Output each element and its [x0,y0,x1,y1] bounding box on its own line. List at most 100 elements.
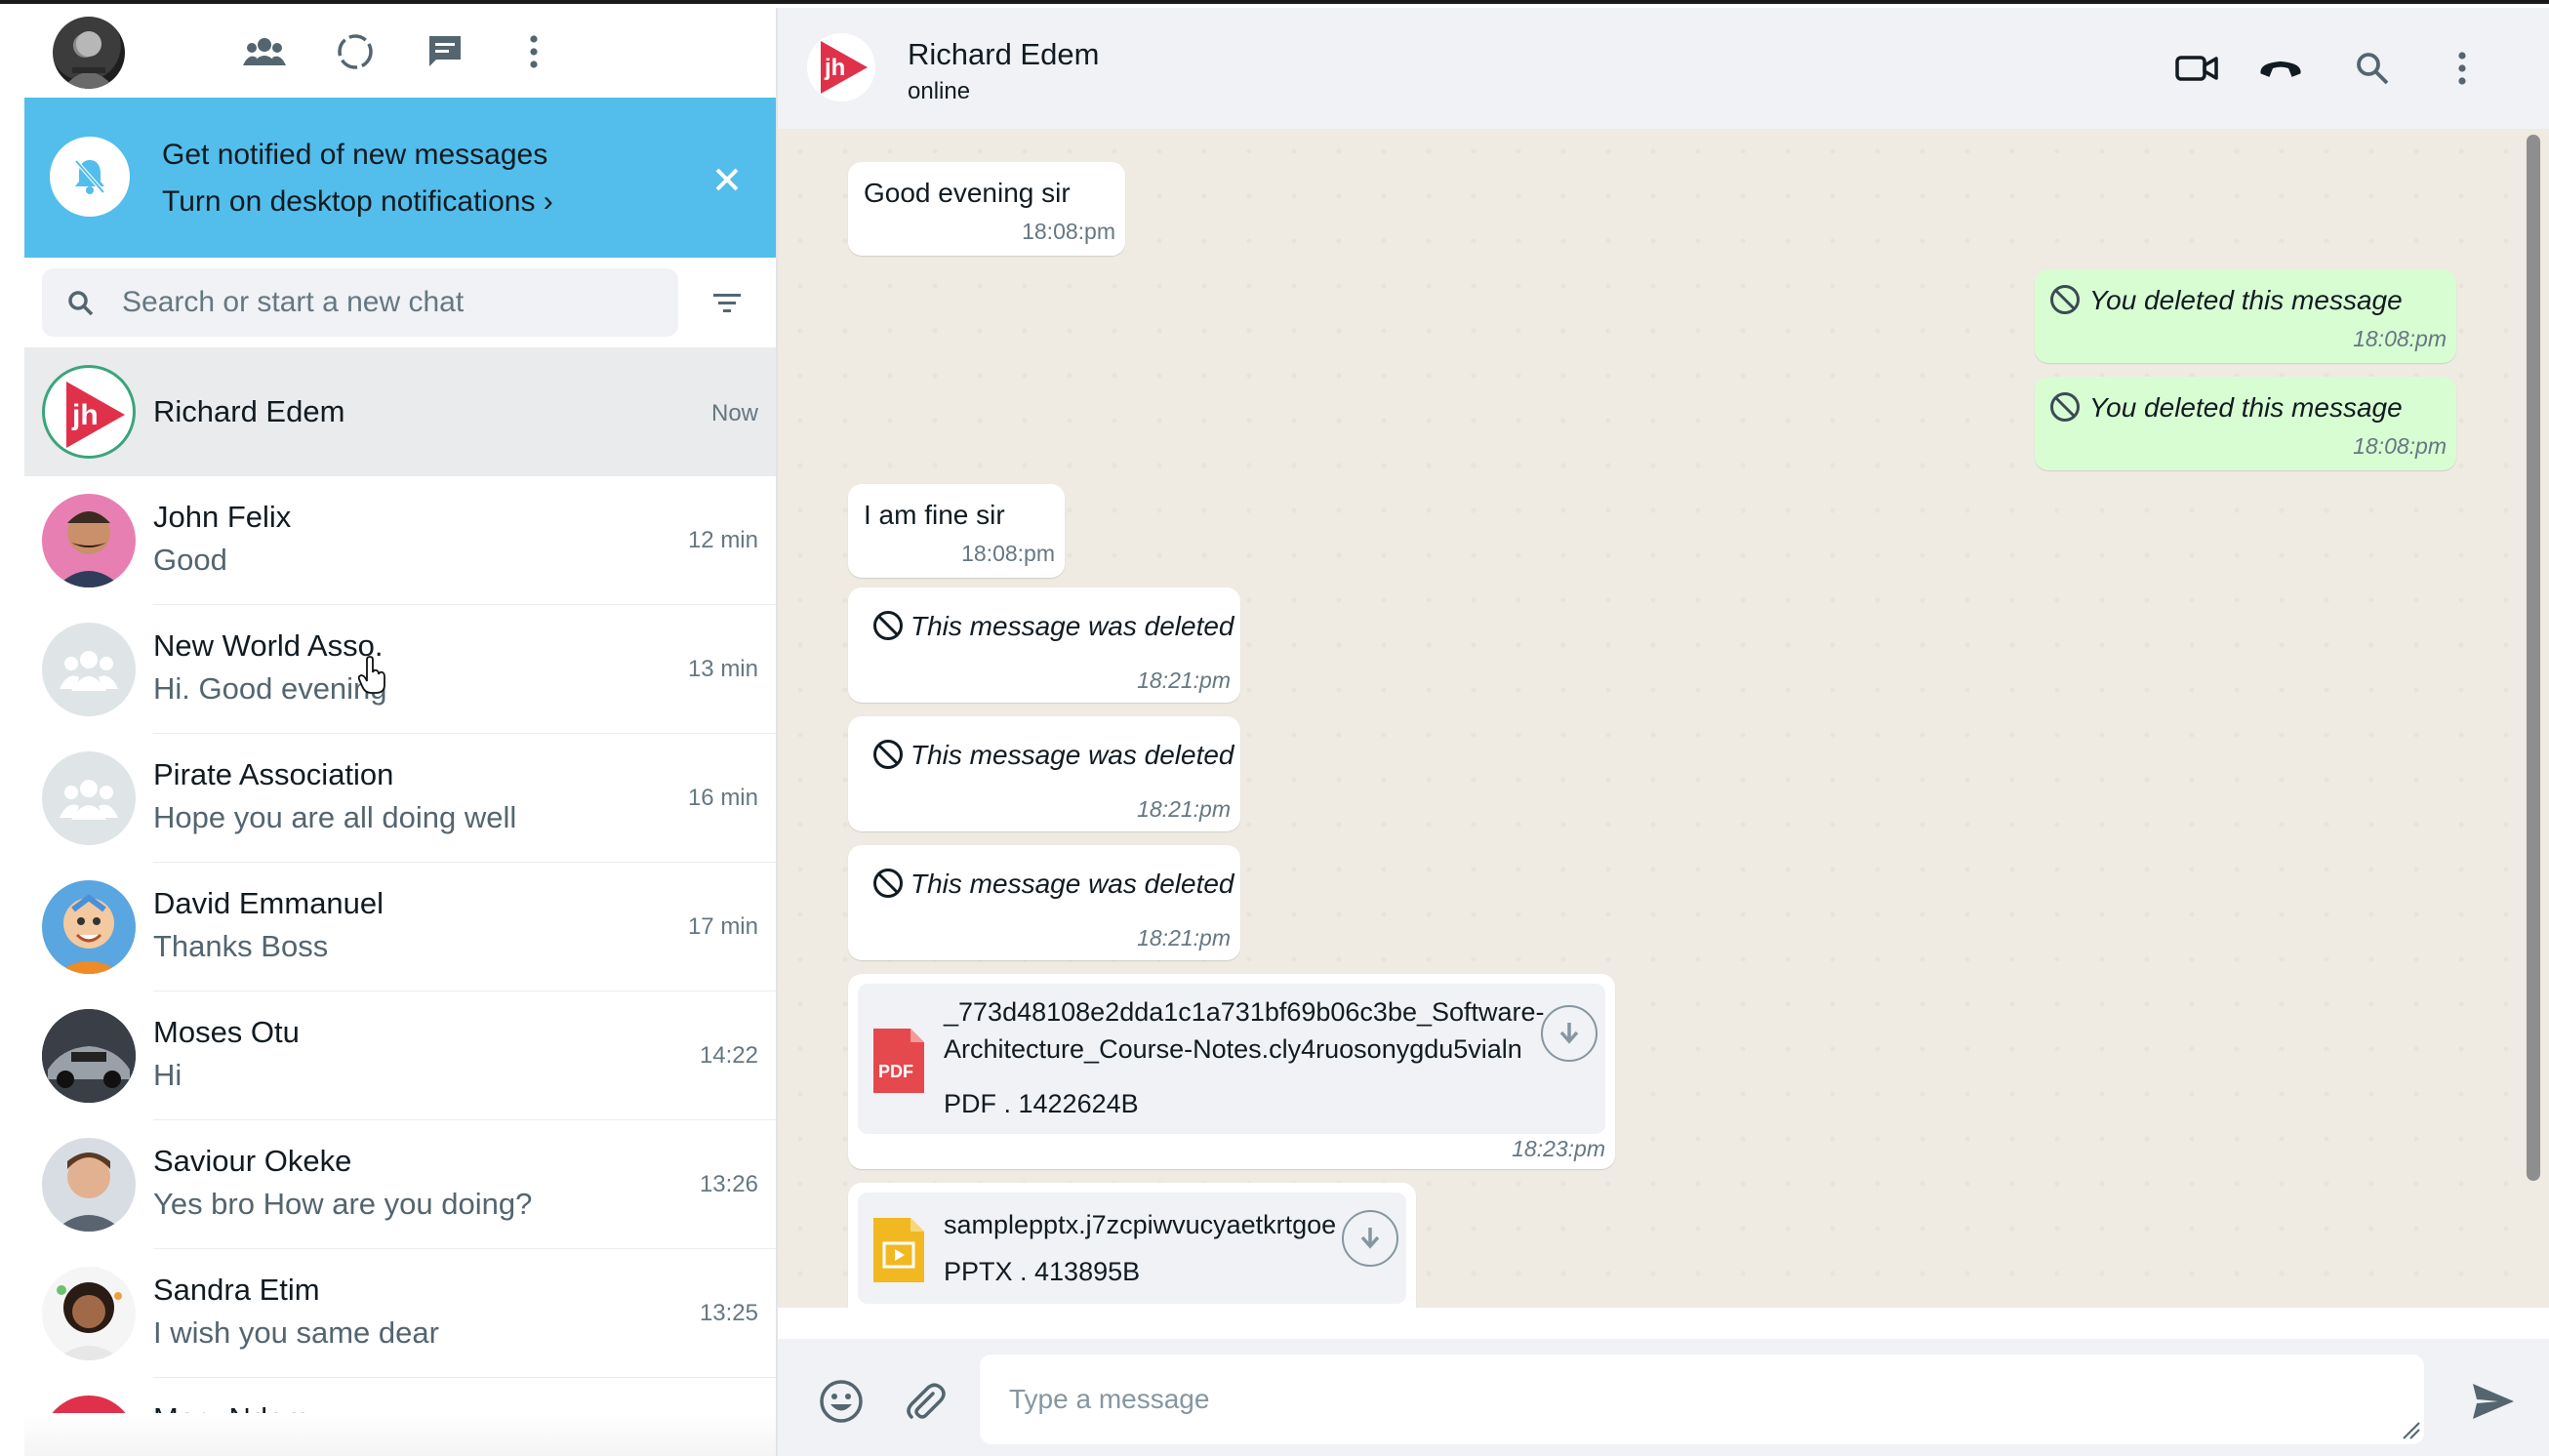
download-icon[interactable] [1541,1005,1598,1062]
composer-gap [778,1308,2549,1339]
message-time: 18:08:pm [961,541,1055,566]
chat-name: Mary Ndem [153,1401,309,1413]
chat-item-partial[interactable]: Mary Ndem [24,1378,776,1413]
chat-preview: Hi. Good evening [153,671,387,706]
chat-preview: Hi [153,1058,182,1092]
message-time: 18:08:pm [2353,433,2447,459]
message-bubble-incoming[interactable]: This message was deleted 18:21:pm [848,587,1240,703]
avatar [42,1395,136,1413]
avatar [42,1138,136,1232]
scrollbar-thumb[interactable] [2527,135,2540,1181]
message-text: You deleted this message [2089,392,2403,423]
hand-cursor-icon [357,656,385,694]
chat-time: 13:25 [699,1300,758,1326]
deleted-icon [873,740,903,769]
pptx-file-icon [873,1218,924,1282]
group-avatar-icon [42,623,136,716]
conversation-pane: jh Richard Edem online Good evening sir … [776,8,2549,1456]
message-bubble-outgoing[interactable]: You deleted this message 18:08:pm [2035,377,2456,470]
new-chat-icon[interactable] [423,29,467,74]
file-message-pdf[interactable]: PDF _773d48108e2dda1c1a731bf69b06c3be_So… [848,974,1615,1169]
enable-notifications-link[interactable]: Turn on desktop notifications › [162,185,553,219]
chat-time: 16 min [687,785,758,811]
avatar [42,880,136,974]
contact-avatar[interactable]: jh [807,33,875,101]
chat-time: 13:26 [699,1171,758,1197]
menu-icon[interactable] [511,29,556,74]
message-list[interactable]: Good evening sir 18:08:pm You deleted th… [778,129,2525,1308]
file-message-pptx[interactable]: samplepptx.j7zcpiwvucyaetkrtgoe PPTX . 4… [848,1183,1416,1308]
chat-name: John Felix [153,500,292,534]
message-bubble-incoming[interactable]: I am fine sir 18:08:pm [848,484,1065,578]
avatar: jh [42,365,136,459]
left-header [24,8,776,98]
left-pane: Get notified of new messages Turn on des… [24,8,776,1413]
file-badge: PDF [878,1062,913,1081]
chat-item-moses-otu[interactable]: Moses Otu Hi 14:22 [24,991,776,1120]
file-card[interactable]: samplepptx.j7zcpiwvucyaetkrtgoe PPTX . 4… [858,1193,1406,1304]
message-time: 18:21:pm [1137,796,1231,822]
message-time: 18:21:pm [1137,667,1231,693]
resize-grip-icon[interactable] [2400,1419,2421,1440]
conversation-header[interactable]: jh Richard Edem online [778,8,2549,129]
message-input[interactable] [980,1355,2424,1444]
chat-time: 14:22 [699,1042,758,1069]
menu-icon[interactable] [2439,45,2486,92]
message-time: 18:08:pm [1022,219,1115,244]
deleted-icon [873,869,903,898]
pdf-file-icon: PDF [873,1029,924,1093]
communities-icon[interactable] [242,29,287,74]
file-name-line1: _773d48108e2dda1c1a731bf69b06c3be_Softwa… [944,997,1545,1027]
chat-item-new-world-asso[interactable]: New World Asso. Hi. Good evening 13 min [24,605,776,734]
message-text: I am fine sir [864,500,1005,530]
attach-icon[interactable] [900,1376,951,1427]
message-bubble-incoming[interactable]: This message was deleted 18:21:pm [848,716,1240,831]
search-input[interactable] [122,268,659,337]
notification-title: Get notified of new messages [162,139,548,171]
whatsapp-web-app: Get notified of new messages Turn on des… [0,0,2549,1456]
bell-off-icon [50,137,130,217]
chat-time: 17 min [687,913,758,940]
chat-item-john-felix[interactable]: John Felix Good 12 min [24,476,776,605]
message-bubble-incoming[interactable]: This message was deleted 18:21:pm [848,845,1240,960]
send-icon[interactable] [2468,1376,2519,1427]
video-call-icon[interactable] [2173,45,2220,92]
chat-preview: Yes bro How are you doing? [153,1187,533,1221]
search-icon[interactable] [2349,45,2396,92]
bottom-fade [24,1413,776,1456]
search-row [24,258,776,347]
chat-item-pirate-association[interactable]: Pirate Association Hope you are all doin… [24,734,776,863]
chat-item-david-emmanuel[interactable]: David Emmanuel Thanks Boss 17 min [24,863,776,991]
chat-item-saviour-okeke[interactable]: Saviour Okeke Yes bro How are you doing?… [24,1120,776,1249]
message-text: This message was deleted [910,740,1234,770]
composer [778,1339,2549,1456]
chat-item-sandra-etim[interactable]: Sandra Etim I wish you same dear 13:25 [24,1249,776,1378]
filter-icon[interactable] [708,283,747,322]
file-card[interactable]: PDF _773d48108e2dda1c1a731bf69b06c3be_So… [858,984,1605,1134]
my-avatar[interactable] [53,17,125,89]
scrollbar[interactable] [2525,129,2549,1308]
message-bubble-outgoing[interactable]: You deleted this message 18:08:pm [2035,269,2456,363]
emoji-icon[interactable] [816,1376,867,1427]
status-icon[interactable] [333,29,378,74]
chat-name: Moses Otu [153,1015,300,1049]
avatar-initials: jh [824,55,845,81]
chat-item-richard-edem[interactable]: jh Richard Edem Now [24,347,776,476]
message-text: Good evening sir [864,178,1071,208]
chat-time: 13 min [687,656,758,682]
chat-time: Now [710,400,758,426]
close-icon[interactable] [709,162,745,197]
deleted-icon [2050,392,2080,422]
deleted-icon [873,611,903,640]
svg-text:jh: jh [71,399,99,431]
notification-banner: Get notified of new messages Turn on des… [24,98,776,258]
avatar [42,1009,136,1103]
deleted-icon [2050,285,2080,314]
download-icon[interactable] [1342,1210,1398,1267]
chat-time: 12 min [687,527,758,553]
voice-call-icon[interactable] [2257,45,2304,92]
contact-status: online [908,78,971,104]
file-name-line2: Architecture_Course-Notes.cly4ruosonygdu… [944,1034,1522,1064]
chat-preview: I wish you same dear [153,1315,439,1350]
message-bubble-incoming[interactable]: Good evening sir 18:08:pm [848,162,1125,256]
